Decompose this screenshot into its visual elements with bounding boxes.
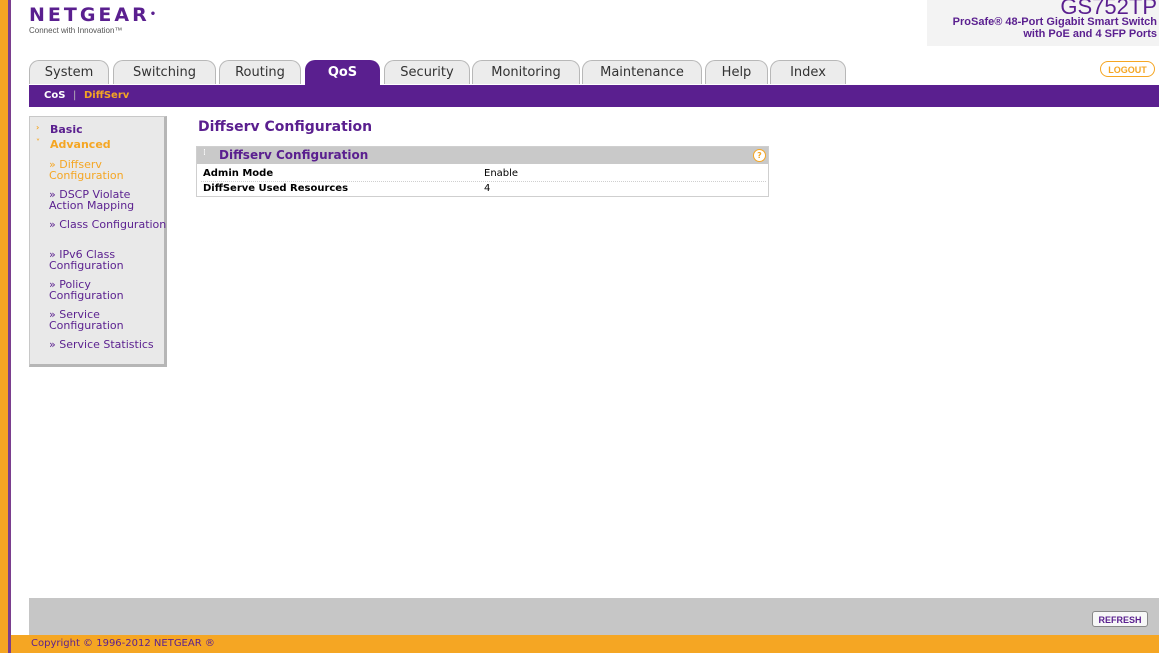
tab-monitoring[interactable]: Monitoring xyxy=(472,60,580,84)
tab-security[interactable]: Security xyxy=(384,60,470,84)
tab-maintenance[interactable]: Maintenance xyxy=(582,60,702,84)
tab-routing[interactable]: Routing xyxy=(219,60,301,84)
sidebar-item-class-configuration[interactable]: » Class Configuration xyxy=(49,219,167,230)
chevron-right-icon: › xyxy=(36,123,40,132)
diffserve-used-resources-label: DiffServe Used Resources xyxy=(203,183,349,194)
model-description-line2: with PoE and 4 SFP Ports xyxy=(1023,28,1157,40)
sidebar: › Basic ˅ Advanced » Diffserv Configurat… xyxy=(29,116,167,367)
diffserve-used-resources-row: DiffServe Used Resources 4 xyxy=(203,182,767,195)
bottom-toolbar xyxy=(29,598,1159,635)
grip-icon: ⁞ xyxy=(203,148,206,158)
logout-button[interactable]: LOGOUT xyxy=(1100,61,1155,77)
page-title: Diffserv Configuration xyxy=(198,119,373,135)
admin-mode-value: Enable xyxy=(484,168,519,179)
refresh-button[interactable]: REFRESH xyxy=(1092,611,1148,627)
brand-tagline: Connect with Innovation™ xyxy=(29,26,123,35)
help-icon[interactable]: ? xyxy=(753,149,766,162)
left-orange-stripe xyxy=(0,0,8,653)
panel-title: Diffserv Configuration xyxy=(219,148,369,162)
chevron-down-icon: ˅ xyxy=(36,138,40,147)
tab-switching[interactable]: Switching xyxy=(113,60,216,84)
copyright-text: Copyright © 1996-2012 NETGEAR ® xyxy=(31,638,215,649)
sidebar-item-policy-configuration[interactable]: » Policy Configuration xyxy=(49,279,167,301)
subnav-item-diffserv[interactable]: DiffServ xyxy=(84,85,129,107)
netgear-logo: NETGEAR• Connect with Innovation™ xyxy=(29,4,159,35)
tab-index[interactable]: Index xyxy=(770,60,846,84)
sidebar-group-advanced-label: Advanced xyxy=(50,138,111,151)
sidebar-item-ipv6-class-configuration[interactable]: » IPv6 Class Configuration xyxy=(49,249,167,271)
tab-qos[interactable]: QoS xyxy=(305,60,380,85)
sub-navigation: CoS | DiffServ xyxy=(29,85,1159,107)
admin-mode-row: Admin Mode Enable xyxy=(203,167,767,180)
left-purple-stripe xyxy=(8,0,11,653)
model-info: GS752TP ProSafe® 48-Port Gigabit Smart S… xyxy=(927,0,1159,46)
tab-help[interactable]: Help xyxy=(705,60,768,84)
admin-mode-label: Admin Mode xyxy=(203,168,274,179)
brand-name: NETGEAR• xyxy=(29,4,160,26)
model-description-line1: ProSafe® 48-Port Gigabit Smart Switch xyxy=(952,16,1157,28)
panel-header: ⁞ Diffserv Configuration ? xyxy=(197,147,768,164)
model-number: GS752TP xyxy=(1060,0,1157,16)
diffserv-configuration-panel: ⁞ Diffserv Configuration ? Admin Mode En… xyxy=(196,146,769,197)
diffserve-used-resources-value: 4 xyxy=(484,183,491,194)
sidebar-group-basic-label: Basic xyxy=(50,123,83,136)
sidebar-item-dscp-violate-action-mapping[interactable]: » DSCP Violate Action Mapping xyxy=(49,189,167,211)
sidebar-item-service-configuration[interactable]: » Service Configuration xyxy=(49,309,167,331)
sidebar-item-service-statistics[interactable]: » Service Statistics xyxy=(49,339,167,350)
footer: Copyright © 1996-2012 NETGEAR ® xyxy=(11,635,1159,653)
sidebar-item-diffserv-configuration[interactable]: » Diffserv Configuration xyxy=(49,159,167,181)
subnav-item-cos[interactable]: CoS xyxy=(44,85,65,107)
tab-system[interactable]: System xyxy=(29,60,109,84)
subnav-separator: | xyxy=(73,90,77,101)
